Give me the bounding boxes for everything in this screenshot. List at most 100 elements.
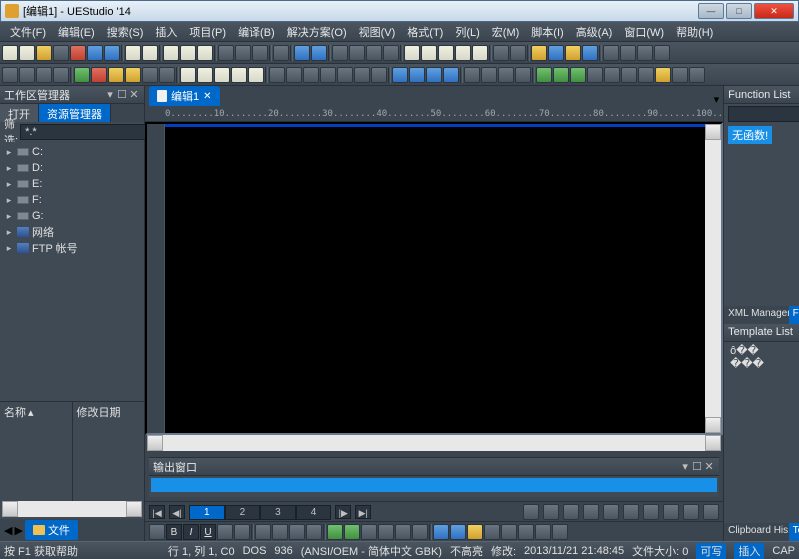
tb-17[interactable] [252, 45, 268, 61]
status-eol[interactable]: DOS [243, 545, 267, 557]
wrap-icon[interactable] [332, 45, 348, 61]
fmt-7[interactable] [255, 524, 271, 540]
menu-item-7[interactable]: 视图(V) [353, 22, 402, 42]
tab-explorer[interactable]: 资源管理器 [39, 104, 111, 122]
scroll-left-button[interactable] [2, 501, 18, 517]
pb-7[interactable] [643, 504, 659, 520]
menu-item-9[interactable]: 列(L) [449, 22, 485, 42]
pb-6[interactable] [623, 504, 639, 520]
page-prev-button[interactable]: ◀| [169, 505, 185, 519]
t2-12[interactable] [197, 67, 213, 83]
tb-18[interactable] [273, 45, 289, 61]
t2-13[interactable] [214, 67, 230, 83]
tb-39[interactable] [654, 45, 670, 61]
scroll-right-button[interactable] [126, 501, 142, 517]
help-icon[interactable] [531, 45, 547, 61]
page-last-button[interactable]: ▶| [355, 505, 371, 519]
t2-39[interactable] [672, 67, 688, 83]
undo-icon[interactable] [294, 45, 310, 61]
t2-16[interactable] [269, 67, 285, 83]
pb-2[interactable] [543, 504, 559, 520]
tab-xml-manager[interactable]: XML Manager [724, 306, 789, 324]
page-tab-3[interactable]: 3 [260, 505, 296, 520]
minimize-button[interactable]: — [698, 3, 724, 19]
expand-icon[interactable]: ▸ [4, 195, 14, 206]
menu-item-4[interactable]: 项目(P) [183, 22, 232, 42]
tree-drive-item[interactable]: ▸E: [4, 176, 140, 192]
find-icon[interactable] [404, 45, 420, 61]
menu-item-2[interactable]: 搜索(S) [101, 22, 150, 42]
t2-21[interactable] [354, 67, 370, 83]
tb-30[interactable] [493, 45, 509, 61]
t2-34[interactable] [587, 67, 603, 83]
fmt-14[interactable] [378, 524, 394, 540]
t2-18[interactable] [303, 67, 319, 83]
template-item[interactable]: ô�� [730, 344, 799, 357]
tb-31[interactable] [510, 45, 526, 61]
expand-icon[interactable]: ▸ [4, 147, 14, 158]
t2-27[interactable] [464, 67, 480, 83]
menu-item-8[interactable]: 格式(T) [401, 22, 449, 42]
pb-9[interactable] [683, 504, 699, 520]
t2-19[interactable] [320, 67, 336, 83]
status-readonly[interactable]: 可写 [696, 543, 726, 559]
underline-button[interactable]: U [200, 524, 216, 540]
t2-32[interactable] [553, 67, 569, 83]
star-icon[interactable] [565, 45, 581, 61]
menu-item-5[interactable]: 编译(B) [232, 22, 281, 42]
tree-network-item[interactable]: ▸网络 [4, 224, 140, 240]
close-icon[interactable] [70, 45, 86, 61]
menu-item-14[interactable]: 帮助(H) [670, 22, 719, 42]
scroll-down-button[interactable] [705, 417, 721, 433]
stepover-icon[interactable] [125, 67, 141, 83]
t2-9[interactable] [142, 67, 158, 83]
tabs-menu-icon[interactable]: ▾ [714, 93, 720, 106]
tree-ftp-item[interactable]: ▸FTP 帐号 [4, 240, 140, 256]
editor-scrollbar-h[interactable] [163, 435, 705, 451]
t2-28[interactable] [481, 67, 497, 83]
step-icon[interactable] [108, 67, 124, 83]
nav-fwd-icon[interactable]: ▶ [14, 524, 22, 537]
nav-back-icon[interactable]: ◀ [4, 524, 12, 537]
status-highlight[interactable]: 不高亮 [450, 543, 483, 559]
pb-10[interactable] [703, 504, 719, 520]
menu-item-6[interactable]: 解决方案(O) [281, 22, 353, 42]
status-codepage[interactable]: 936 [274, 545, 292, 557]
fmt-6[interactable] [234, 524, 250, 540]
expand-icon[interactable]: ▸ [4, 227, 14, 238]
findnext-icon[interactable] [421, 45, 437, 61]
t2-35[interactable] [604, 67, 620, 83]
t2-38[interactable] [655, 67, 671, 83]
menu-item-0[interactable]: 文件(F) [4, 22, 52, 42]
new-blank-icon[interactable] [19, 45, 35, 61]
num-icon[interactable] [383, 45, 399, 61]
new-file-icon[interactable] [2, 45, 18, 61]
output-close-icon[interactable]: ✕ [703, 461, 715, 473]
function-search-input[interactable] [728, 106, 799, 122]
menu-item-3[interactable]: 插入 [149, 22, 183, 42]
fmt-5[interactable] [217, 524, 233, 540]
dropdown-icon[interactable]: ▾ [104, 89, 116, 101]
close-button[interactable]: ✕ [754, 3, 794, 19]
open-folder-icon[interactable] [36, 45, 52, 61]
t2-15[interactable] [248, 67, 264, 83]
document-tab[interactable]: 编辑1 ✕ [149, 86, 220, 106]
print-icon[interactable] [125, 45, 141, 61]
tab-template-list[interactable]: Template List [789, 523, 799, 541]
fmt-16[interactable] [412, 524, 428, 540]
tree-drive-item[interactable]: ▸F: [4, 192, 140, 208]
page-tab-1[interactable]: 1 [189, 505, 225, 520]
stop-icon[interactable] [91, 67, 107, 83]
replace-icon[interactable] [438, 45, 454, 61]
pane-close-icon[interactable]: ✕ [128, 89, 140, 101]
col-date[interactable]: 修改日期 [77, 404, 141, 420]
menu-item-13[interactable]: 窗口(W) [618, 22, 670, 42]
fmt-17[interactable] [433, 524, 449, 540]
tab-clipboard-history[interactable]: Clipboard His... [724, 523, 789, 541]
pb-4[interactable] [583, 504, 599, 520]
t2-29[interactable] [498, 67, 514, 83]
fmt-8[interactable] [272, 524, 288, 540]
editor-scrollbar-v[interactable] [705, 124, 721, 433]
t2-3[interactable] [36, 67, 52, 83]
editor-content[interactable] [165, 124, 705, 433]
